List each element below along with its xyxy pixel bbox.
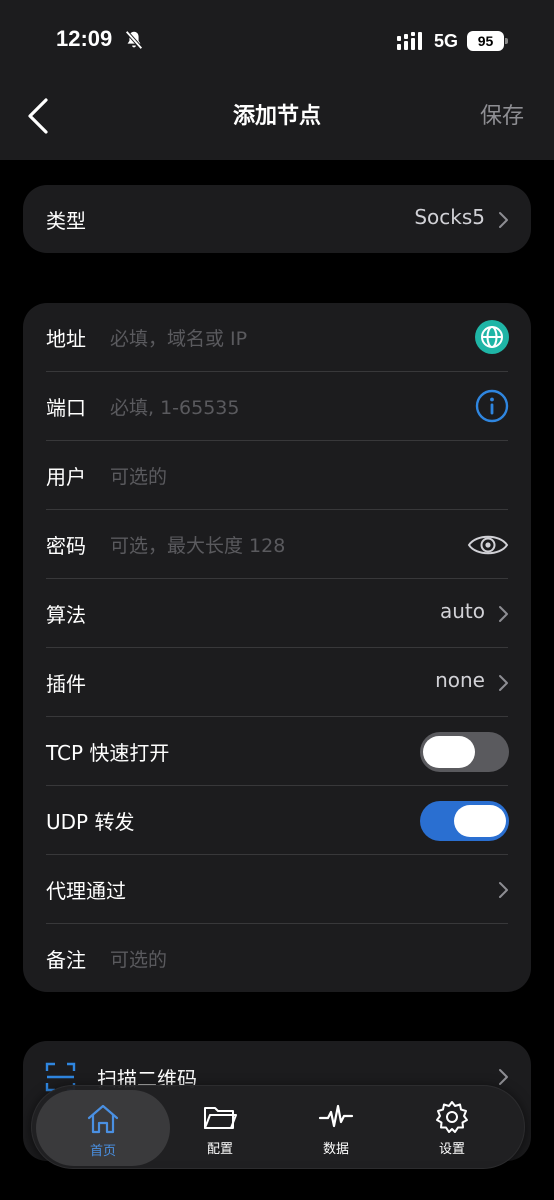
address-input[interactable]: 必填，域名或 IP [110,324,247,351]
info-icon[interactable] [475,389,509,423]
type-label: 类型 [46,209,86,233]
chevron-right-icon [499,606,508,622]
pulse-icon [318,1104,354,1128]
chevron-right-icon [499,882,508,898]
tab-label: 设置 [438,1142,465,1157]
eye-icon[interactable] [467,531,509,559]
save-button[interactable]: 保存 [480,98,524,130]
proxy-via-label: 代理通过 [46,879,126,903]
bell-off-icon [125,30,143,50]
udp-relay-row: UDP 转发 [23,786,531,855]
battery-tip [505,38,508,44]
chevron-right-icon [499,212,508,228]
proxy-via-row[interactable]: 代理通过 [23,855,531,924]
toggle-knob [423,736,475,768]
gear-icon [436,1101,468,1133]
form-card: 地址 必填，域名或 IP 端口 必填, 1-65535 用户 可选的 密码 可选… [23,303,531,992]
folder-icon [204,1107,237,1129]
port-label: 端口 [46,396,86,420]
note-input[interactable]: 可选的 [110,945,167,972]
type-card: 类型 Socks5 [23,185,531,253]
algorithm-label: 算法 [46,603,86,627]
udp-relay-toggle[interactable] [420,801,509,841]
user-row: 用户 可选的 [23,441,531,510]
type-row[interactable]: 类型 Socks5 [23,185,531,254]
signal-icon [397,32,422,50]
tab-home[interactable]: 首页 [36,1090,170,1166]
globe-icon[interactable] [475,320,509,354]
status-time: 12:09 [56,26,113,51]
port-input[interactable]: 必填, 1-65535 [110,393,239,420]
home-icon [87,1104,119,1134]
note-row: 备注 可选的 [23,924,531,993]
page-title: 添加节点 [232,104,321,129]
user-label: 用户 [46,465,86,489]
status-bar: 12:09 5G 95 [0,0,554,84]
tab-data[interactable]: 数据 [278,1086,394,1170]
plugin-row[interactable]: 插件 none [23,648,531,717]
user-input[interactable]: 可选的 [110,462,167,489]
tcp-fast-open-toggle[interactable] [420,732,509,772]
udp-relay-label: UDP 转发 [46,810,135,834]
network-type: 5G [434,31,459,51]
chevron-right-icon [499,675,508,691]
tab-settings[interactable]: 设置 [394,1086,510,1170]
address-label: 地址 [46,327,86,351]
algorithm-row[interactable]: 算法 auto [23,579,531,648]
note-label: 备注 [46,948,86,972]
battery-level: 95 [467,31,504,51]
tab-bar: 首页 配置 数据 设置 [31,1085,525,1169]
plugin-value: none [435,668,485,692]
toggle-knob [454,805,506,837]
type-value: Socks5 [414,205,485,229]
tcp-fast-open-label: TCP 快速打开 [46,741,170,765]
password-input[interactable]: 可选，最大长度 128 [110,531,285,558]
tcp-fast-open-row: TCP 快速打开 [23,717,531,786]
password-row: 密码 可选，最大长度 128 [23,510,531,579]
port-row: 端口 必填, 1-65535 [23,372,531,441]
plugin-label: 插件 [46,672,86,696]
tab-label: 配置 [206,1142,233,1157]
nav-bar: 添加节点 保存 [0,84,554,160]
battery-icon: 95 [467,31,509,51]
address-row: 地址 必填，域名或 IP [23,303,531,372]
tab-config[interactable]: 配置 [162,1086,278,1170]
tab-label: 数据 [322,1142,349,1157]
tab-label: 首页 [89,1144,116,1159]
algorithm-value: auto [439,599,485,623]
chevron-right-icon [499,1069,508,1085]
password-label: 密码 [46,534,86,558]
